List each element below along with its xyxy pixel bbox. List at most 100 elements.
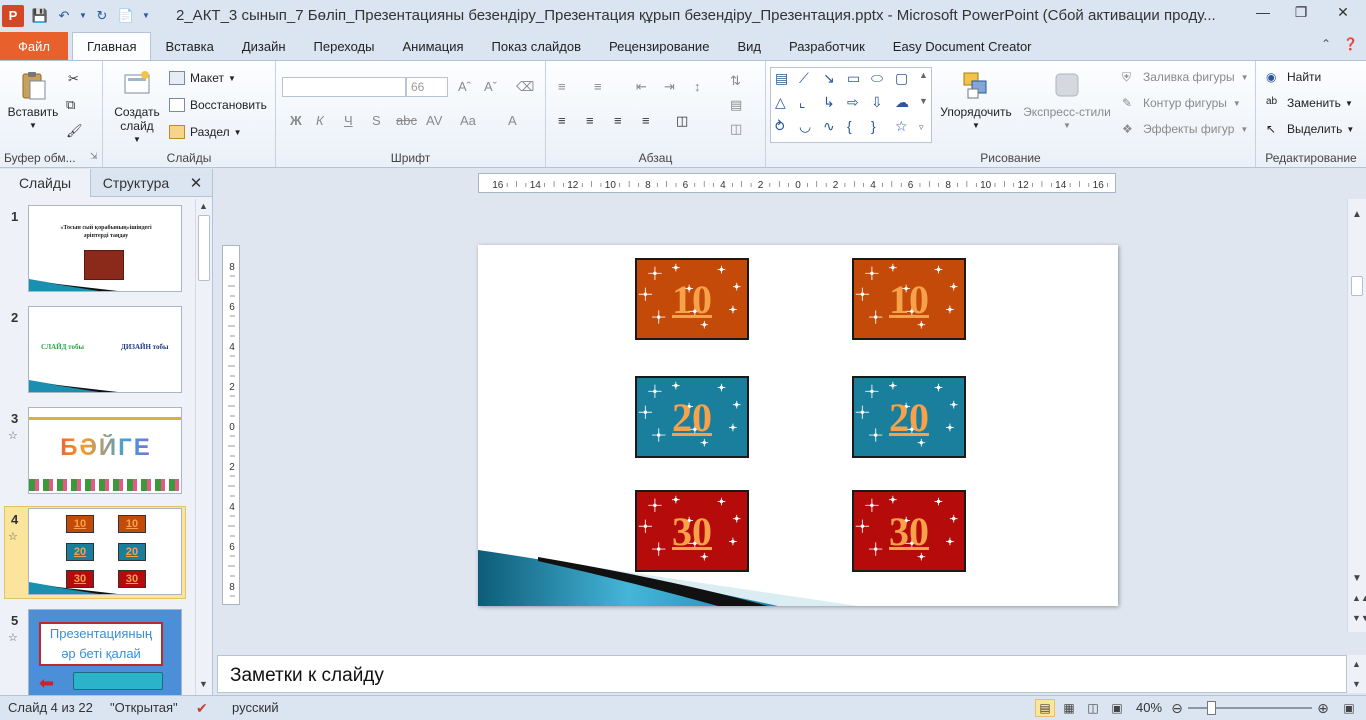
right-arrow-shape-icon[interactable]: ⇨ — [847, 94, 859, 111]
shadow-icon[interactable]: S — [372, 113, 381, 128]
tab-easy-document-creator[interactable]: Easy Document Creator — [879, 32, 1046, 60]
minimize-button[interactable]: — — [1244, 0, 1282, 24]
scroll-down-icon[interactable]: ▼ — [199, 679, 208, 689]
score-card-20-left[interactable]: 20 — [635, 376, 749, 458]
slide-thumbnail-2[interactable]: СЛАЙД тобы ДИЗАЙН тобы — [28, 306, 182, 393]
undo-icon[interactable]: ↶ — [54, 6, 74, 26]
shape-outline-button[interactable]: ✎ Контур фигуры ▼ — [1122, 96, 1241, 110]
rectangle-shape-icon[interactable]: ▭ — [847, 70, 860, 87]
fit-to-window-icon[interactable]: ▣ — [1339, 699, 1359, 717]
gallery-scroll-up-icon[interactable]: ▲ — [919, 70, 928, 80]
elbow-arrow-icon[interactable]: ↳ — [823, 94, 835, 111]
section-button[interactable]: Раздел ▼ — [169, 125, 242, 139]
new-slide-button[interactable]: Создать слайд ▼ — [109, 69, 165, 147]
slide-thumbnail-4[interactable]: 10 10 20 20 30 30 — [28, 508, 182, 595]
smartart-icon[interactable]: ◫ — [730, 121, 742, 137]
tab-review[interactable]: Рецензирование — [595, 32, 723, 60]
score-card-30-left[interactable]: 30 — [635, 490, 749, 572]
clear-formatting-icon[interactable]: ⌫ — [516, 79, 534, 95]
thumbnail-scrollbar[interactable]: ▲ ▼ — [195, 199, 212, 695]
normal-view-icon[interactable]: ▤ — [1035, 699, 1055, 717]
columns-icon[interactable]: ◫ — [676, 113, 688, 129]
select-button[interactable]: ↖ Выделить ▼ — [1266, 122, 1354, 136]
align-right-icon[interactable]: ≡ — [614, 113, 622, 128]
align-center-icon[interactable]: ≡ — [586, 113, 594, 128]
zoom-slider-handle[interactable] — [1207, 701, 1216, 715]
spelling-icon[interactable]: ✔ — [196, 700, 208, 717]
tab-animation[interactable]: Анимация — [389, 32, 478, 60]
rounded-rect-shape-icon[interactable]: ▢ — [895, 70, 908, 87]
slide-thumbnail-3[interactable]: БӘЙГЕ — [28, 407, 182, 494]
tab-file[interactable]: Файл — [0, 32, 68, 60]
bullets-icon[interactable]: ≡ — [558, 79, 566, 94]
shrink-font-icon[interactable]: Aˇ — [484, 79, 497, 94]
cut-icon[interactable]: ✂ — [68, 71, 79, 87]
tab-view[interactable]: Вид — [723, 32, 775, 60]
align-text-icon[interactable]: ▤ — [730, 97, 742, 113]
increase-indent-icon[interactable]: ⇥ — [664, 79, 675, 95]
score-card-20-right[interactable]: 20 — [852, 376, 966, 458]
zoom-in-icon[interactable]: ⊕ — [1313, 699, 1333, 717]
quick-styles-button[interactable]: Экспресс-стили ▼ — [1018, 69, 1116, 133]
right-brace-shape-icon[interactable]: } — [871, 118, 876, 134]
scrollbar-thumb[interactable] — [198, 215, 210, 281]
down-arrow-shape-icon[interactable]: ⇩ — [871, 94, 883, 111]
scroll-down-icon[interactable]: ▼ — [1352, 573, 1362, 584]
arc-shape-icon[interactable]: ◡ — [799, 118, 811, 135]
slide-thumbnail-1[interactable]: «Тосын сый қорабының»ішіндегі әріптерді … — [28, 205, 182, 292]
tab-home[interactable]: Главная — [72, 32, 152, 60]
tab-slideshow[interactable]: Показ слайдов — [478, 32, 596, 60]
reset-button[interactable]: Восстановить — [169, 98, 267, 112]
minimize-ribbon-icon[interactable]: ⌃ — [1321, 37, 1331, 51]
copy-icon[interactable]: ⧉ — [66, 97, 75, 113]
shape-effects-button[interactable]: ❖ Эффекты фигур ▼ — [1122, 122, 1248, 136]
underline-icon[interactable]: Ч — [344, 113, 353, 128]
dialog-launcher-icon[interactable]: ⇲ — [90, 151, 98, 162]
slide-canvas[interactable]: 10 10 20 20 30 30 — [478, 245, 1118, 606]
tab-transitions[interactable]: Переходы — [300, 32, 389, 60]
notes-pane[interactable]: Заметки к слайду — [217, 655, 1347, 693]
cloud-shape-icon[interactable]: ☁ — [895, 94, 909, 111]
zoom-level[interactable]: 40% — [1136, 700, 1162, 715]
gallery-scroll-down-icon[interactable]: ▼ — [919, 96, 928, 106]
zoom-out-icon[interactable]: ⊖ — [1167, 699, 1187, 717]
editor-scrollbar[interactable]: ▲ ▼ ▲▲ ▼▼ — [1347, 199, 1366, 632]
numbering-icon[interactable]: ≡ — [594, 79, 602, 94]
strikethrough-icon[interactable]: abc — [396, 113, 417, 128]
tab-design[interactable]: Дизайн — [228, 32, 300, 60]
save-icon[interactable]: 💾 — [30, 6, 50, 26]
maximize-button[interactable]: ❐ — [1282, 0, 1320, 24]
font-family-combo[interactable] — [282, 77, 406, 97]
scroll-up-icon[interactable]: ▲ — [1352, 659, 1361, 669]
shapes-gallery[interactable]: ▤ ⟋ ↘ ▭ ⬭ ▢ △ ⌞ ↳ ⇨ ⇩ ☁ ⥁ ◡ ∿ { } ☆ ▲ ▼ … — [770, 67, 932, 143]
bold-icon[interactable]: Ж — [290, 113, 302, 128]
font-size-combo[interactable]: 66 — [406, 77, 448, 97]
arrow-line-shape-icon[interactable]: ↘ — [823, 70, 835, 87]
find-button[interactable]: ◉ Найти — [1266, 70, 1321, 84]
shape-fill-button[interactable]: ⛨ Заливка фигуры ▼ — [1122, 70, 1249, 84]
format-painter-icon[interactable]: 🖌 — [66, 123, 83, 139]
tab-insert[interactable]: Вставка — [151, 32, 227, 60]
font-color-icon[interactable]: A — [508, 113, 517, 128]
char-spacing-icon[interactable]: AV — [426, 113, 442, 128]
tab-outline-panel[interactable]: Структура — [91, 169, 181, 197]
score-card-10-right[interactable]: 10 — [852, 258, 966, 340]
elbow-connector-icon[interactable]: ⌞ — [799, 94, 806, 111]
scroll-up-icon[interactable]: ▲ — [199, 201, 208, 211]
tab-developer[interactable]: Разработчик — [775, 32, 879, 60]
dropdown-arrow-icon[interactable]: ▼ — [78, 6, 88, 26]
line-shape-icon[interactable]: ⟋ — [799, 70, 809, 87]
slide-sorter-icon[interactable]: ▦ — [1059, 699, 1079, 717]
freeform-shape-icon[interactable]: ⥁ — [775, 118, 785, 135]
align-left-icon[interactable]: ≡ — [558, 113, 566, 128]
paste-button[interactable]: Вставить ▼ — [6, 69, 60, 133]
change-case-icon[interactable]: Aa — [460, 113, 476, 128]
left-brace-shape-icon[interactable]: { — [847, 118, 852, 134]
next-slide-icon[interactable]: ▼▼ — [1352, 613, 1366, 623]
scroll-down-icon[interactable]: ▼ — [1352, 679, 1361, 689]
textbox-shape-icon[interactable]: ▤ — [775, 70, 788, 87]
line-spacing-icon[interactable]: ↕ — [694, 79, 701, 94]
star-shape-icon[interactable]: ☆ — [895, 118, 908, 135]
language-indicator[interactable]: русский — [232, 700, 279, 715]
decrease-indent-icon[interactable]: ⇤ — [636, 79, 647, 95]
